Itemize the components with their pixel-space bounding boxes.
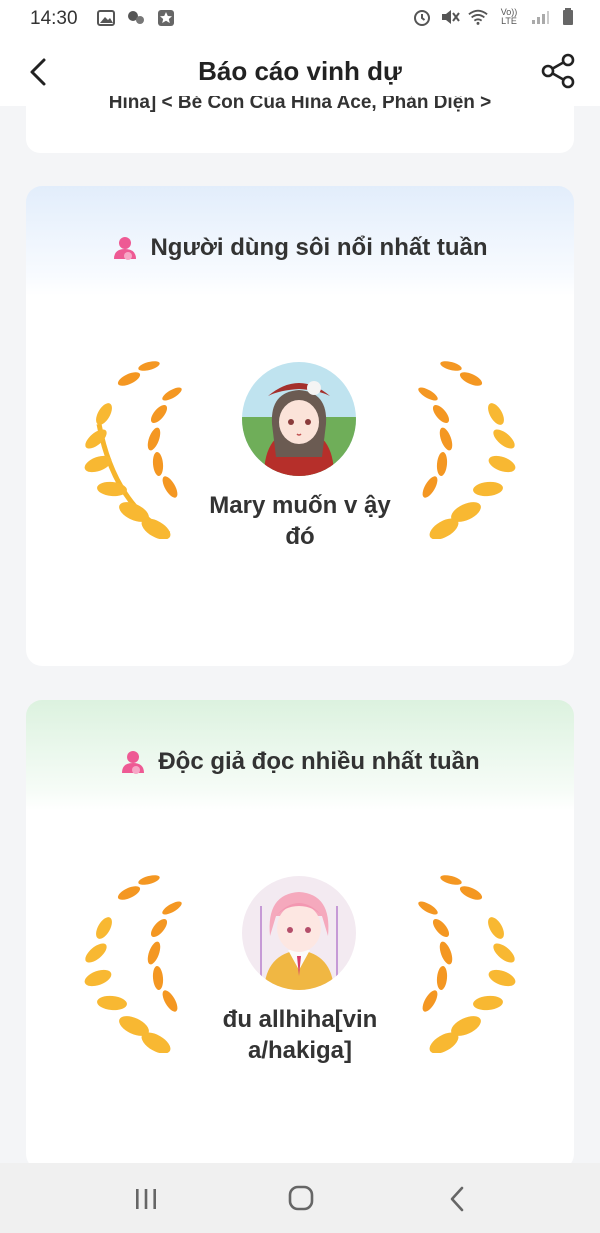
weekly-active-user-card: Người dùng sôi nổi nhất tuần Mary muốn v… — [26, 186, 574, 666]
signal-icon — [530, 7, 550, 27]
app-notification-icon — [126, 8, 146, 28]
wifi-icon — [468, 7, 488, 27]
status-system-icons: Vo)) LTE — [412, 7, 578, 27]
section-heading-text: Độc giả đọc nhiều nhất tuần — [158, 748, 480, 775]
battery-icon — [558, 7, 578, 27]
avatar[interactable] — [242, 362, 356, 476]
status-time: 14:30 — [30, 8, 78, 29]
status-bar: 14:30 Vo)) LTE — [0, 0, 600, 36]
section-heading: Độc giả đọc nhiều nhất tuần — [26, 748, 574, 776]
user-icon — [114, 237, 137, 260]
recent-apps-icon[interactable] — [126, 1183, 166, 1215]
page-title: Báo cáo vinh dự — [198, 56, 402, 86]
share-icon[interactable] — [538, 50, 580, 92]
username[interactable]: Mary muốn v ậy đó — [196, 490, 404, 552]
previous-card-text: Hina] < Bé Con Của Hina Ace, Phản Diện > — [108, 96, 492, 113]
user-icon — [122, 751, 145, 774]
system-back-icon[interactable] — [438, 1183, 478, 1215]
mute-icon — [440, 7, 460, 27]
previous-card: Hina] < Bé Con Của Hina Ace, Phản Diện > — [26, 96, 574, 153]
section-heading: Người dùng sôi nổi nhất tuần — [26, 234, 574, 262]
section-heading-text: Người dùng sôi nổi nhất tuần — [150, 234, 488, 261]
avatar[interactable] — [242, 876, 356, 990]
home-icon[interactable] — [281, 1183, 321, 1215]
laurel-wreath-icon — [418, 875, 516, 1053]
system-nav-bar — [0, 1163, 600, 1233]
username[interactable]: đu allhiha[vin a/hakiga] — [196, 1004, 404, 1066]
laurel-wreath-icon — [418, 361, 516, 539]
laurel-wreath-icon — [84, 875, 182, 1053]
laurel-wreath-icon — [84, 361, 182, 539]
alarm-icon — [412, 7, 432, 27]
gallery-icon — [96, 8, 116, 28]
status-notification-icons — [96, 8, 176, 28]
weekly-top-reader-card: Độc giả đọc nhiều nhất tuần đu allhiha[v… — [26, 700, 574, 1170]
star-badge-icon — [156, 8, 176, 28]
volte-indicator: Vo)) LTE — [500, 7, 518, 26]
